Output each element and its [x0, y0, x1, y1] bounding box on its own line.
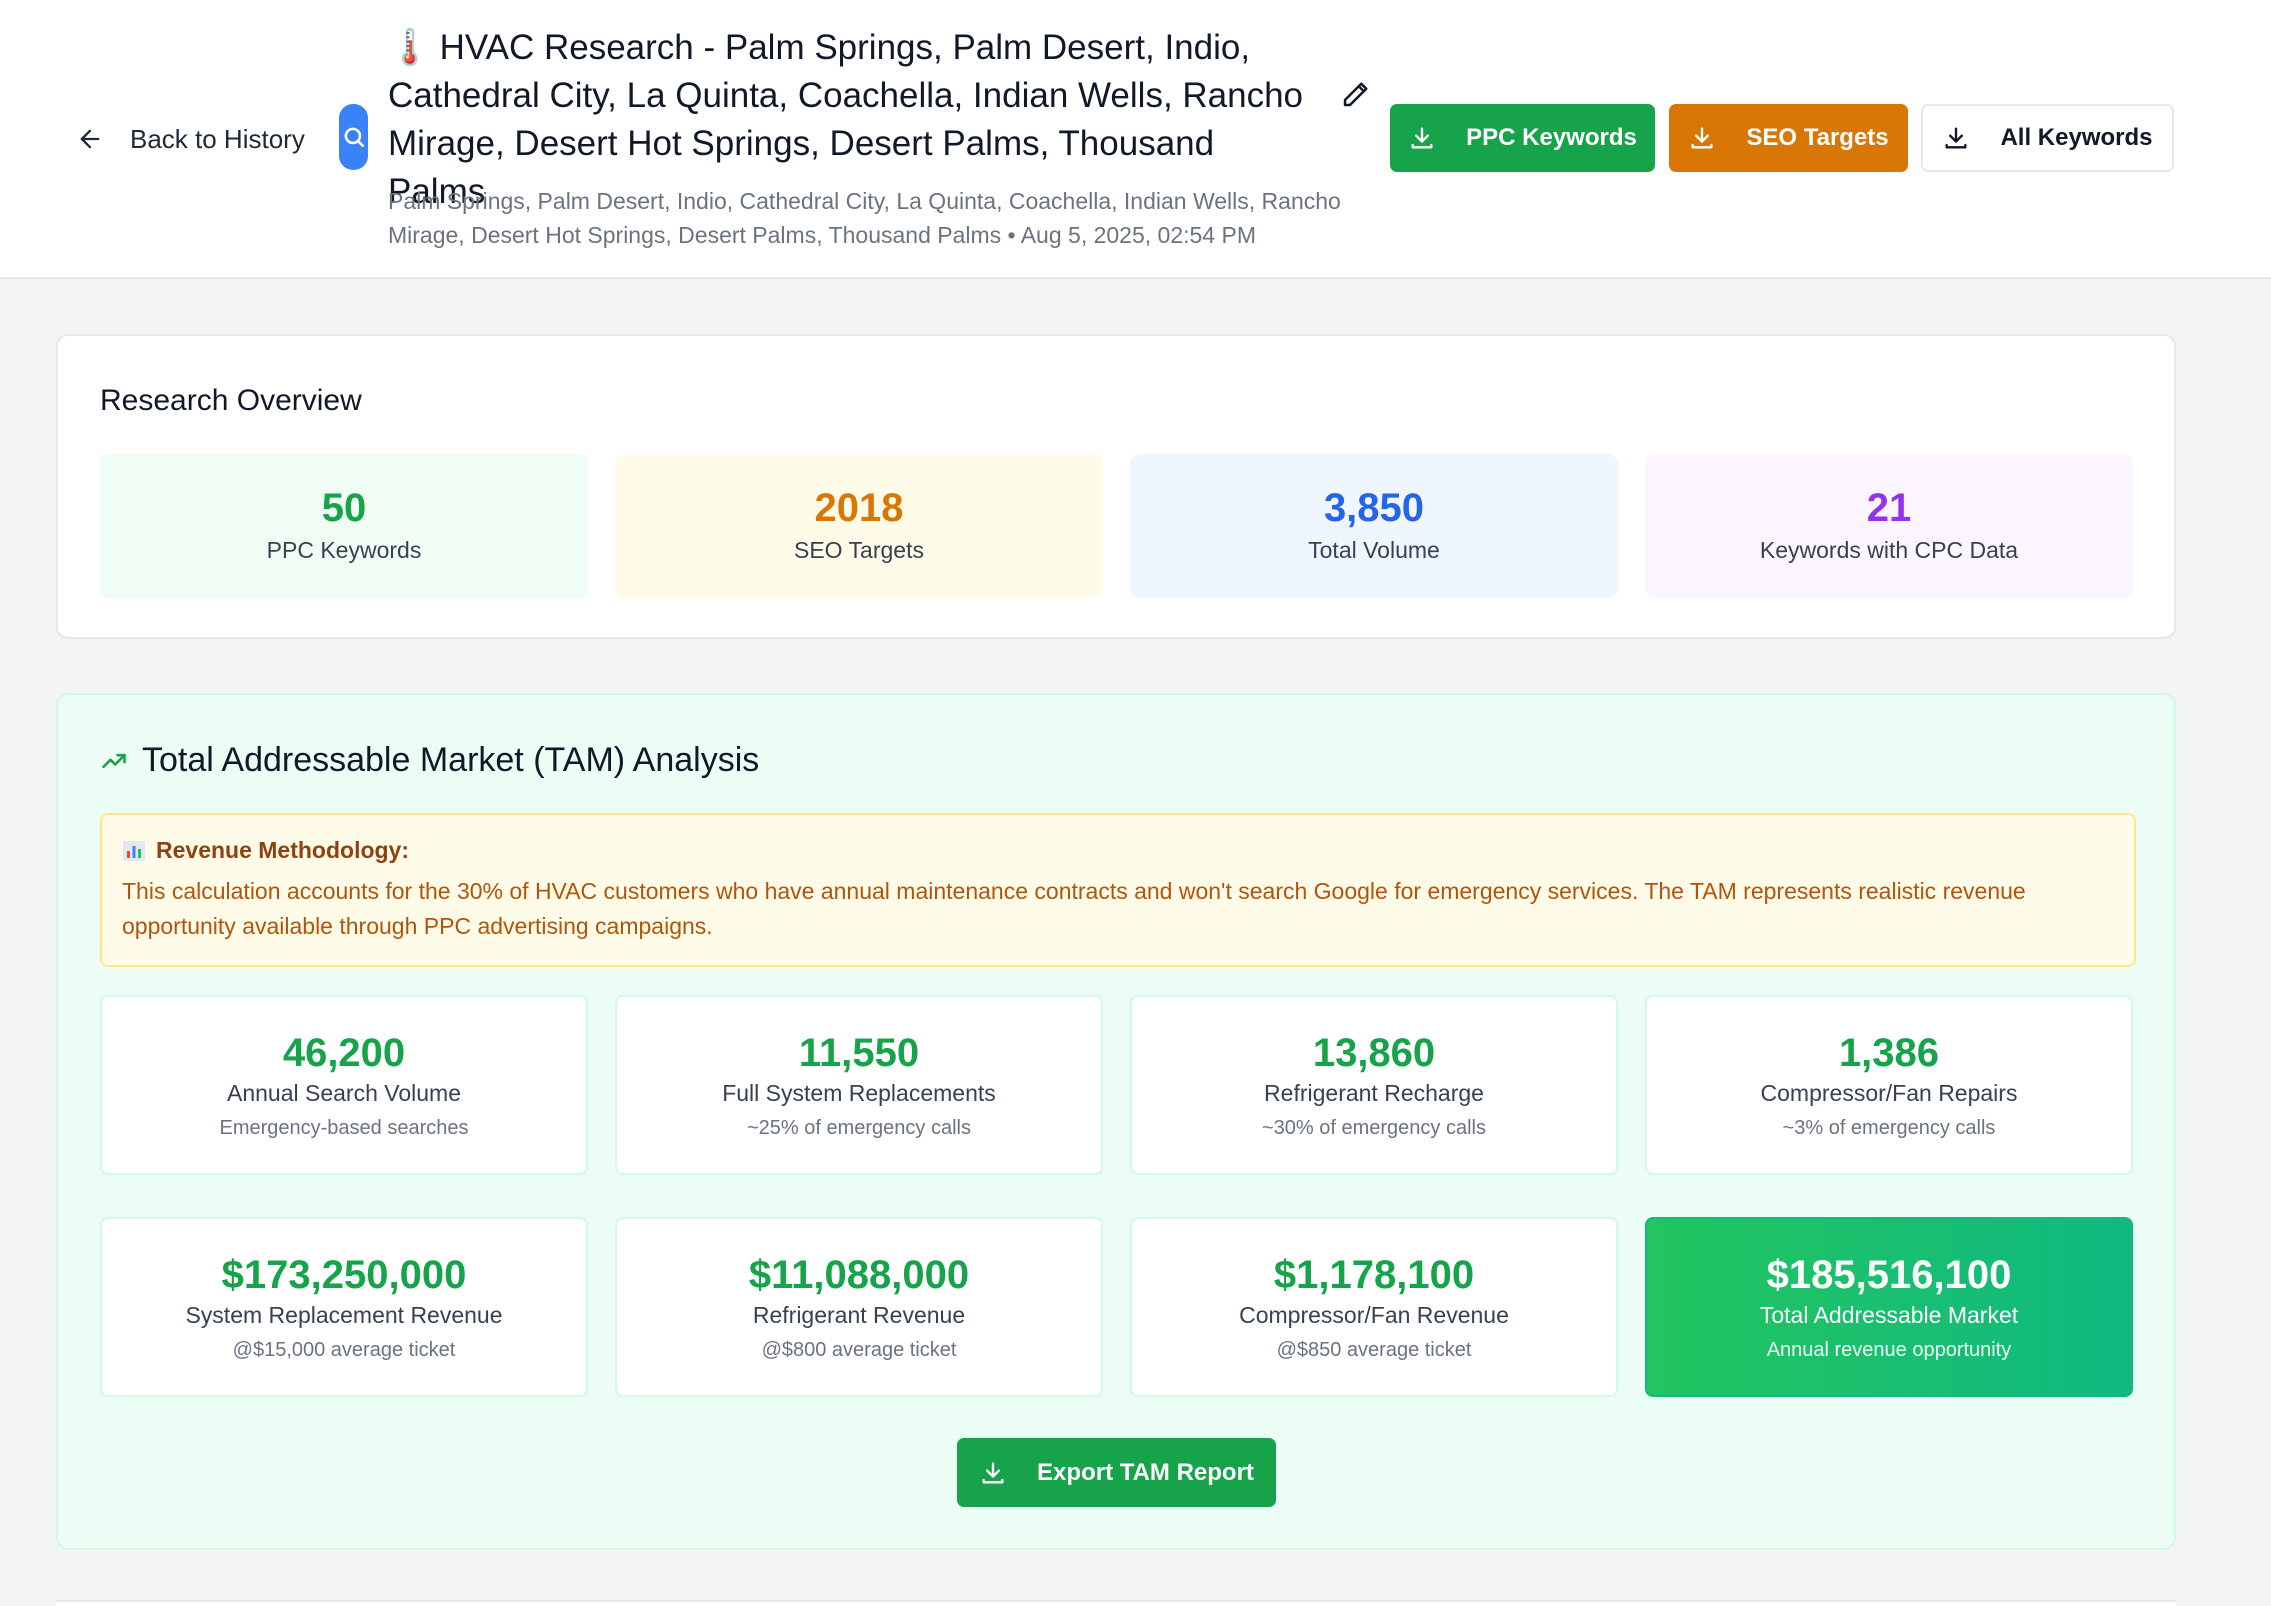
- page-subtitle: Palm Springs, Palm Desert, Indio, Cathed…: [388, 188, 1341, 248]
- page-header: Back to History 🌡️ HVAC Research - Palm S…: [0, 0, 2271, 279]
- metric-annual-search-volume: 46,200 Annual Search Volume Emergency-ba…: [100, 995, 588, 1175]
- export-tam-report-button[interactable]: Export TAM Report: [957, 1438, 1276, 1507]
- stat-cpc-keywords: 21 Keywords with CPC Data: [1645, 454, 2133, 598]
- download-ppc-keywords-button[interactable]: PPC Keywords: [1390, 104, 1655, 172]
- stat-value: 3,850: [1323, 486, 1425, 530]
- tam-title-text: Total Addressable Market (TAM) Analysis: [142, 741, 760, 779]
- download-icon: [1411, 127, 1433, 149]
- thermometer-icon: 🌡️: [388, 28, 432, 67]
- revenue-label: Compressor/Fan Revenue: [1239, 1302, 1509, 1328]
- stat-total-volume: 3,850 Total Volume: [1130, 454, 1618, 598]
- stat-label: PPC Keywords: [266, 537, 422, 563]
- revenue-label: System Replacement Revenue: [185, 1302, 503, 1328]
- research-overview-card: Research Overview 50 PPC Keywords 2018 S…: [56, 334, 2176, 639]
- methodology-heading-text: Revenue Methodology:: [156, 837, 410, 863]
- metric-full-system-replacements: 11,550 Full System Replacements ~25% of …: [615, 995, 1103, 1175]
- back-to-history-link[interactable]: Back to History: [76, 120, 305, 158]
- metric-sublabel: ~30% of emergency calls: [1261, 1117, 1486, 1139]
- metric-compressor-fan-repairs: 1,386 Compressor/Fan Repairs ~3% of emer…: [1645, 995, 2133, 1175]
- all-button-label: All Keywords: [2000, 124, 2153, 151]
- search-button[interactable]: [339, 104, 368, 170]
- methodology-heading: Revenue Methodology:: [122, 837, 2114, 864]
- stat-value: 50: [321, 486, 367, 530]
- research-overview-title: Research Overview: [100, 384, 362, 417]
- metric-label: Annual Search Volume: [227, 1080, 461, 1106]
- download-icon: [1691, 127, 1713, 149]
- metric-value: 11,550: [798, 1031, 920, 1075]
- export-button-label: Export TAM Report: [1037, 1458, 1254, 1486]
- download-icon: [1945, 127, 1967, 149]
- next-section-edge: [56, 1600, 2176, 1606]
- stat-value: 21: [1866, 486, 1912, 530]
- revenue-sublabel: Annual revenue opportunity: [1766, 1339, 2012, 1361]
- stat-seo-targets: 2018 SEO Targets: [615, 454, 1103, 598]
- revenue-methodology-note: Revenue Methodology: This calculation ac…: [100, 813, 2136, 967]
- metric-value: 13,860: [1312, 1031, 1436, 1075]
- revenue-value: $1,178,100: [1273, 1253, 1475, 1297]
- metric-label: Compressor/Fan Repairs: [1760, 1080, 2018, 1106]
- download-icon: [982, 1462, 1004, 1483]
- metric-value: 46,200: [282, 1031, 406, 1075]
- metric-refrigerant-recharge: 13,860 Refrigerant Recharge ~30% of emer…: [1130, 995, 1618, 1175]
- download-all-keywords-button[interactable]: All Keywords: [1921, 104, 2174, 172]
- ppc-button-label: PPC Keywords: [1466, 124, 1637, 151]
- stat-label: Keywords with CPC Data: [1759, 537, 2019, 563]
- bar-chart-icon: [123, 840, 145, 861]
- revenue-total-addressable-market: $185,516,100 Total Addressable Market An…: [1645, 1217, 2133, 1397]
- stat-label: SEO Targets: [794, 537, 924, 563]
- metric-sublabel: ~3% of emergency calls: [1782, 1117, 1996, 1139]
- revenue-value: $173,250,000: [221, 1253, 467, 1297]
- revenue-label: Total Addressable Market: [1759, 1302, 2019, 1328]
- tam-analysis-card: Total Addressable Market (TAM) Analysis …: [56, 693, 2176, 1550]
- revenue-sublabel: @$850 average ticket: [1276, 1339, 1472, 1361]
- stat-label: Total Volume: [1308, 537, 1440, 563]
- methodology-text: This calculation accounts for the 30% of…: [122, 878, 2026, 939]
- stat-value: 2018: [814, 486, 904, 530]
- trending-up-icon: [102, 753, 126, 768]
- pencil-icon[interactable]: [1340, 80, 1370, 110]
- tam-title: Total Addressable Market (TAM) Analysis: [100, 741, 759, 780]
- revenue-refrigerant: $11,088,000 Refrigerant Revenue @$800 av…: [615, 1217, 1103, 1397]
- metric-label: Full System Replacements: [722, 1080, 996, 1106]
- revenue-sublabel: @$800 average ticket: [761, 1339, 957, 1361]
- revenue-system-replacement: $173,250,000 System Replacement Revenue …: [100, 1217, 588, 1397]
- arrow-left-icon: [80, 129, 100, 149]
- metric-value: 1,386: [1838, 1031, 1940, 1075]
- stat-ppc-keywords: 50 PPC Keywords: [100, 454, 588, 598]
- metric-sublabel: ~25% of emergency calls: [746, 1117, 971, 1139]
- revenue-sublabel: @$15,000 average ticket: [232, 1339, 456, 1361]
- download-seo-targets-button[interactable]: SEO Targets: [1669, 104, 1908, 172]
- metric-label: Refrigerant Recharge: [1264, 1080, 1484, 1106]
- back-label: Back to History: [130, 123, 305, 154]
- revenue-compressor-fan: $1,178,100 Compressor/Fan Revenue @$850 …: [1130, 1217, 1618, 1397]
- metric-sublabel: Emergency-based searches: [219, 1117, 469, 1139]
- revenue-value: $185,516,100: [1766, 1253, 2012, 1297]
- seo-button-label: SEO Targets: [1746, 124, 1889, 151]
- revenue-label: Refrigerant Revenue: [752, 1302, 966, 1328]
- revenue-value: $11,088,000: [748, 1253, 970, 1297]
- search-icon: [344, 127, 364, 147]
